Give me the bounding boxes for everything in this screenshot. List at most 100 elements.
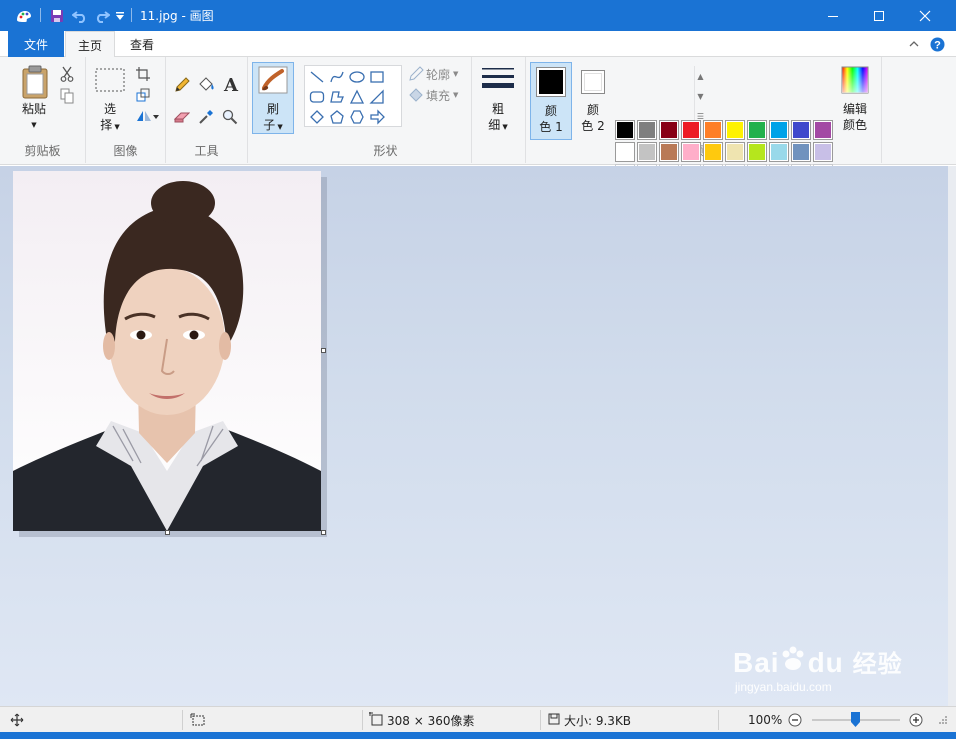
customize-toolbar-icon[interactable] [113, 6, 127, 26]
magnifier-icon[interactable] [220, 107, 240, 127]
palette-swatch[interactable] [703, 120, 723, 140]
dropdown-arrow-icon: ▼ [31, 121, 37, 129]
outline-button[interactable]: 轮廓 ▼ [408, 65, 458, 83]
save-icon[interactable] [47, 6, 67, 26]
right-arrow-shape-icon[interactable] [367, 107, 387, 127]
palette-swatch[interactable] [813, 120, 833, 140]
palette-swatch[interactable] [791, 120, 811, 140]
dropdown-arrow-icon: ▼ [453, 70, 459, 78]
triangle-shape-icon[interactable] [347, 87, 367, 107]
text-tool-icon[interactable]: A [220, 74, 242, 96]
paste-label: 粘贴 [21, 102, 46, 116]
zoom-level: 100% [748, 713, 783, 727]
watermark-brand-cn: 经验 [852, 650, 903, 678]
fill-icon [408, 87, 426, 103]
color-picker-icon[interactable] [196, 107, 216, 127]
rounded-rectangle-shape-icon[interactable] [307, 87, 327, 107]
tab-view[interactable]: 查看 [118, 31, 166, 58]
baidu-jingyan-watermark: Bai du 经验 jingyan.baidu.com [733, 640, 923, 696]
rotate-icon[interactable] [134, 107, 160, 125]
vertical-scrollbar[interactable] [948, 166, 956, 706]
copy-icon[interactable] [58, 87, 76, 105]
close-button[interactable] [902, 0, 948, 31]
resize-icon[interactable] [134, 86, 152, 104]
tab-file[interactable]: 文件 [8, 31, 64, 57]
zoom-in-button[interactable] [909, 707, 923, 733]
palette-swatch[interactable] [769, 120, 789, 140]
fill-label: 填充 [426, 88, 451, 103]
palette-swatch[interactable] [637, 142, 657, 162]
rectangle-shape-icon[interactable] [367, 67, 387, 87]
curve-shape-icon[interactable] [327, 67, 347, 87]
brushes-button[interactable]: 刷 子 ▼ [252, 62, 294, 134]
image-dimensions: 308 × 360像素 [369, 707, 475, 733]
divider [182, 710, 183, 730]
resize-grip-icon[interactable] [938, 707, 948, 733]
resize-handle-corner[interactable] [321, 530, 326, 535]
paste-button[interactable]: 粘贴 ▼ [12, 101, 56, 133]
divider [131, 8, 132, 22]
eraser-icon[interactable] [172, 107, 192, 127]
divider [718, 710, 719, 730]
canvas-image[interactable] [13, 171, 321, 531]
palette-swatch[interactable] [659, 120, 679, 140]
maximize-button[interactable] [856, 0, 902, 31]
size-label-1: 粗 [491, 102, 504, 116]
diamond-shape-icon[interactable] [307, 107, 327, 127]
size-button[interactable]: 粗 细 ▼ [478, 101, 518, 135]
collapse-ribbon-icon[interactable] [907, 37, 921, 51]
resize-handle-right[interactable] [321, 348, 326, 353]
dropdown-arrow-icon: ▼ [453, 91, 459, 99]
color2-button[interactable]: 颜 色 2 [574, 62, 614, 140]
crop-icon[interactable] [134, 65, 152, 83]
polygon-shape-icon[interactable] [327, 87, 347, 107]
right-triangle-shape-icon[interactable] [367, 87, 387, 107]
palette-swatch[interactable] [769, 142, 789, 162]
color1-button[interactable]: 颜 色 1 [530, 62, 572, 140]
palette-swatch[interactable] [747, 120, 767, 140]
minimize-button[interactable] [810, 0, 856, 31]
pentagon-shape-icon[interactable] [327, 107, 347, 127]
ribbon-tabs: 文件 主页 查看 ? [0, 31, 956, 58]
rainbow-palette-icon[interactable] [839, 65, 871, 95]
palette-swatch[interactable] [681, 120, 701, 140]
hexagon-shape-icon[interactable] [347, 107, 367, 127]
fill-button[interactable]: 填充 ▼ [408, 86, 458, 104]
palette-swatch[interactable] [615, 120, 635, 140]
divider [540, 710, 541, 730]
file-size-text: 大小: 9.3KB [564, 713, 632, 728]
image-dimensions-icon [369, 711, 383, 729]
zoom-out-button[interactable] [788, 707, 802, 733]
cut-icon[interactable] [58, 65, 76, 83]
select-icon[interactable] [94, 67, 126, 93]
resize-handle-bottom[interactable] [165, 530, 170, 535]
undo-icon[interactable] [70, 6, 90, 26]
pencil-icon[interactable] [172, 75, 192, 95]
zoom-slider-thumb[interactable] [851, 712, 860, 727]
palette-swatch[interactable] [725, 142, 745, 162]
tab-home[interactable]: 主页 [65, 31, 116, 58]
paw-icon [780, 646, 808, 679]
taskbar-edge [0, 732, 956, 739]
palette-swatch[interactable] [703, 142, 723, 162]
paste-icon[interactable] [18, 63, 52, 101]
fill-bucket-icon[interactable] [196, 75, 216, 95]
palette-swatch[interactable] [725, 120, 745, 140]
palette-swatch[interactable] [813, 142, 833, 162]
palette-swatch[interactable] [681, 142, 701, 162]
palette-swatch[interactable] [615, 142, 635, 162]
line-shape-icon[interactable] [307, 67, 327, 87]
palette-swatch[interactable] [747, 142, 767, 162]
palette-swatch[interactable] [659, 142, 679, 162]
help-icon[interactable]: ? [929, 36, 945, 52]
redo-icon[interactable] [92, 6, 112, 26]
ribbon: 粘贴 ▼ 剪贴板 选 择 ▼ 图像 A 工具 刷 子 ▼ 形状 ▲ ▼ ☰ 轮廓… [0, 57, 956, 184]
paint-app-icon[interactable] [12, 6, 36, 26]
color2-label-2: 色 2 [581, 119, 605, 133]
palette-swatch[interactable] [791, 142, 811, 162]
palette-swatch[interactable] [637, 120, 657, 140]
edit-colors-button[interactable]: 编辑 颜色 [834, 101, 876, 133]
select-button[interactable]: 选 择 ▼ [92, 101, 128, 135]
line-width-icon[interactable] [480, 63, 516, 95]
oval-shape-icon[interactable] [347, 67, 367, 87]
